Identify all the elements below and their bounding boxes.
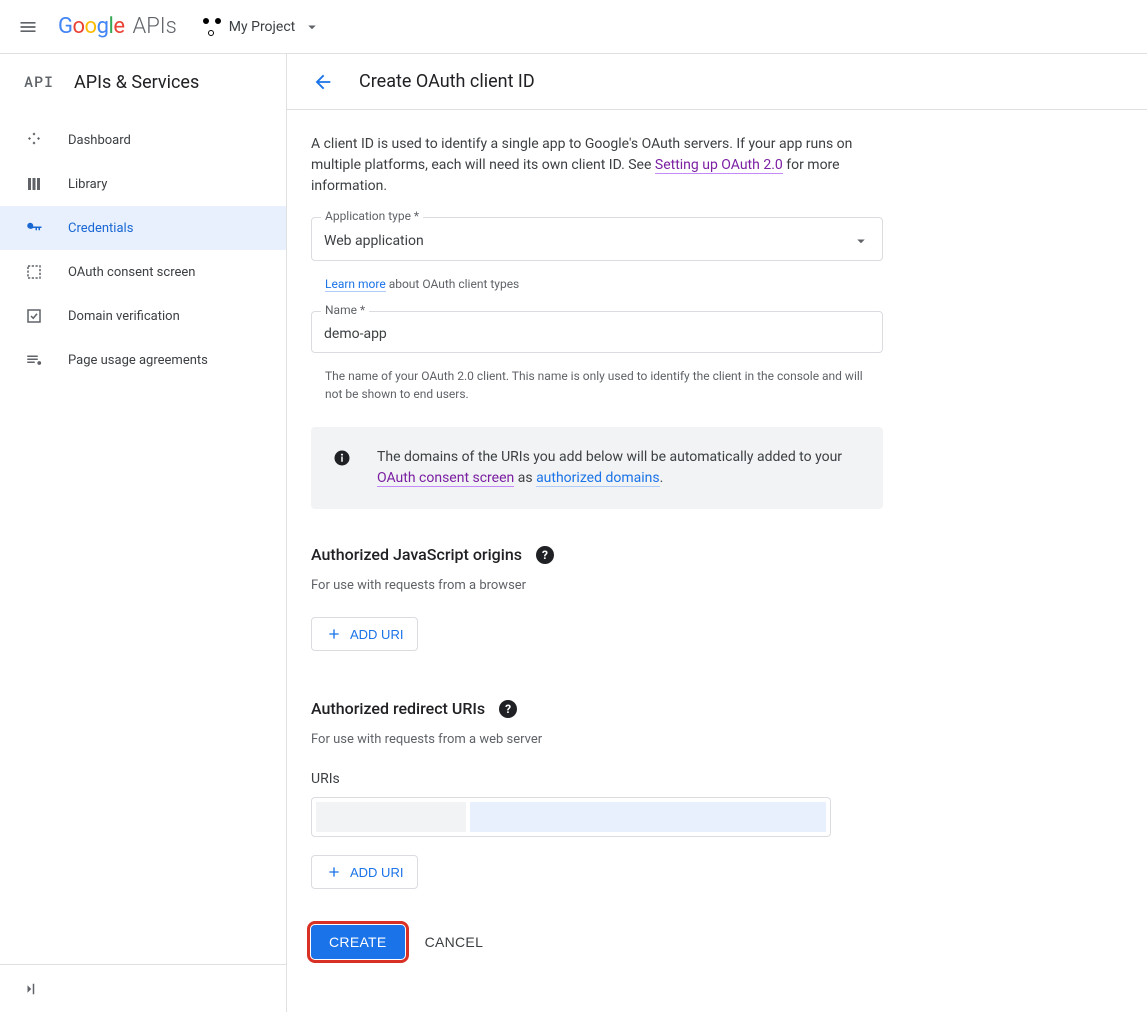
info-text: The domains of the URIs you add below wi… — [377, 447, 861, 489]
chevron-down-icon — [303, 18, 321, 36]
verify-icon — [24, 306, 44, 326]
redirect-uris-heading: Authorized redirect URIs ? — [311, 699, 883, 718]
cancel-button[interactable]: CANCEL — [425, 934, 484, 950]
js-origins-heading: Authorized JavaScript origins ? — [311, 545, 883, 564]
js-origins-desc: For use with requests from a browser — [311, 578, 883, 593]
project-name: My Project — [229, 19, 295, 35]
uri-segment — [316, 802, 466, 832]
app-type-helper: Learn more about OAuth client types — [311, 269, 883, 293]
sidebar-item-label: Dashboard — [68, 133, 131, 148]
collapse-icon — [20, 980, 38, 998]
key-icon — [24, 218, 44, 238]
info-box: The domains of the URIs you add below wi… — [311, 427, 883, 509]
nav: Dashboard Library Credentials OAuth cons… — [0, 110, 286, 964]
uris-label: URIs — [311, 771, 883, 787]
uri-segment — [470, 802, 826, 832]
add-uri-redirect-button[interactable]: ADD URI — [311, 855, 418, 889]
name-field[interactable]: Name * — [311, 311, 883, 353]
authorized-domains-link[interactable]: authorized domains — [536, 470, 660, 487]
help-icon[interactable]: ? — [536, 546, 554, 564]
section-title: Authorized JavaScript origins — [311, 545, 522, 564]
main: Create OAuth client ID A client ID is us… — [287, 54, 1147, 1012]
menu-icon[interactable] — [16, 15, 40, 39]
dashboard-icon — [24, 130, 44, 150]
learn-more-link[interactable]: Learn more — [325, 277, 386, 292]
sidebar: API APIs & Services Dashboard Library Cr… — [0, 54, 287, 1012]
add-uri-origins-button[interactable]: ADD URI — [311, 617, 418, 651]
agreements-icon — [24, 350, 44, 370]
uri-input[interactable] — [311, 797, 831, 837]
sidebar-item-label: OAuth consent screen — [68, 265, 195, 280]
name-input[interactable] — [324, 326, 870, 342]
application-type-field[interactable]: Application type * Web application — [311, 217, 883, 261]
project-picker[interactable]: My Project — [195, 14, 329, 40]
sidebar-item-credentials[interactable]: Credentials — [0, 206, 286, 250]
name-helper: The name of your OAuth 2.0 client. This … — [311, 361, 883, 403]
sidebar-item-page-usage[interactable]: Page usage agreements — [0, 338, 286, 382]
section-title: Authorized redirect URIs — [311, 699, 485, 718]
plus-icon — [326, 864, 342, 880]
sidebar-item-label: Credentials — [68, 221, 133, 236]
field-label: Application type * — [321, 209, 423, 223]
sidebar-item-library[interactable]: Library — [0, 162, 286, 206]
info-icon — [333, 449, 351, 467]
page-description: A client ID is used to identify a single… — [311, 134, 883, 197]
create-button[interactable]: CREATE — [311, 925, 405, 959]
content: A client ID is used to identify a single… — [287, 110, 907, 983]
sidebar-item-label: Library — [68, 177, 107, 192]
back-arrow-icon[interactable] — [311, 70, 335, 94]
sidebar-item-dashboard[interactable]: Dashboard — [0, 118, 286, 162]
sidebar-item-label: Page usage agreements — [68, 353, 208, 368]
sidebar-title: APIs & Services — [74, 72, 199, 93]
redirect-uris-desc: For use with requests from a web server — [311, 732, 883, 747]
sidebar-header: API APIs & Services — [0, 54, 286, 110]
sidebar-item-label: Domain verification — [68, 309, 180, 324]
top-bar: Google APIs My Project — [0, 0, 1147, 54]
oauth-consent-link[interactable]: OAuth consent screen — [377, 470, 514, 487]
collapse-sidebar[interactable] — [0, 964, 286, 1012]
page-header: Create OAuth client ID — [287, 54, 1147, 110]
api-badge: API — [24, 72, 54, 92]
chevron-down-icon — [852, 232, 870, 250]
button-row: CREATE CANCEL — [311, 925, 883, 959]
help-icon[interactable]: ? — [499, 700, 517, 718]
setup-oauth-link[interactable]: Setting up OAuth 2.0 — [655, 157, 783, 174]
page-title: Create OAuth client ID — [359, 71, 535, 92]
plus-icon — [326, 626, 342, 642]
apis-label: APIs — [132, 14, 176, 39]
library-icon — [24, 174, 44, 194]
project-icon — [203, 18, 221, 36]
consent-icon — [24, 262, 44, 282]
google-logo[interactable]: Google — [58, 14, 124, 39]
field-label: Name * — [321, 303, 369, 317]
sidebar-item-domain-verification[interactable]: Domain verification — [0, 294, 286, 338]
sidebar-item-oauth-consent[interactable]: OAuth consent screen — [0, 250, 286, 294]
field-value: Web application — [324, 233, 424, 249]
